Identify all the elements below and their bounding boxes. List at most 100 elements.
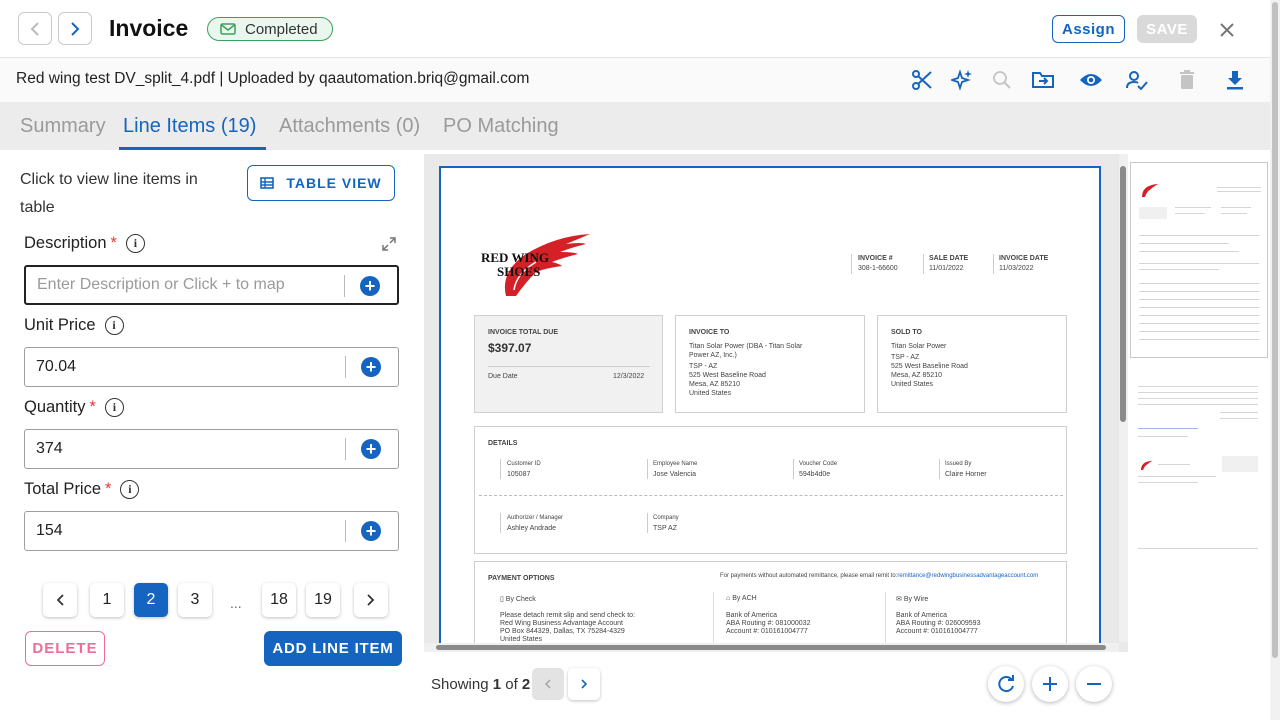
quantity-label-text: Quantity (24, 398, 86, 416)
field-divider (345, 438, 346, 460)
unit-price-field[interactable]: 70.04 + (24, 347, 399, 387)
assign-button[interactable]: Assign (1052, 15, 1125, 43)
red-wing-logo (1142, 184, 1158, 197)
meta-label: INVOICE DATE (999, 255, 1049, 262)
info-icon[interactable]: i (120, 480, 140, 499)
table-view-button[interactable]: TABLE VIEW (247, 165, 395, 201)
scissors-icon (912, 70, 932, 90)
payment-email-link[interactable]: remittance@redwingbusinessadvantageaccou… (897, 573, 1038, 579)
description-field[interactable]: Enter Description or Click + to map + (24, 265, 399, 305)
pagination-page-2[interactable]: 2 (134, 583, 168, 617)
address-line: United States (891, 381, 934, 388)
viewer-vertical-scrollbar[interactable] (1119, 154, 1128, 642)
map-plus-icon[interactable]: + (361, 439, 381, 459)
preview-button[interactable] (1078, 67, 1104, 93)
payment-line: Bank of America (896, 612, 947, 619)
red-wing-logo (1141, 460, 1153, 470)
unit-price-label-text: Unit Price (24, 316, 96, 334)
rotate-button[interactable] (988, 666, 1024, 702)
showing-label: Showing (431, 676, 489, 693)
table-icon (260, 177, 275, 189)
total-pages: 2 (521, 676, 531, 693)
field-divider (345, 520, 346, 542)
payment-line: ABA Routing #: 026009593 (896, 620, 981, 627)
zoom-search-button[interactable] (989, 67, 1015, 93)
map-plus-icon[interactable]: + (361, 357, 381, 377)
chevron-right-icon (581, 679, 588, 689)
approve-user-button[interactable] (1124, 67, 1150, 93)
tab-po-matching[interactable]: PO Matching (443, 115, 559, 138)
pagination-page-18[interactable]: 18 (262, 583, 296, 617)
next-invoice-button[interactable] (58, 12, 92, 45)
delete-line-item-button[interactable]: DELETE (25, 631, 105, 666)
scroll-thumb[interactable] (1120, 166, 1126, 422)
info-icon[interactable]: i (104, 398, 124, 417)
ai-extract-button[interactable] (949, 67, 975, 93)
file-bar: Red wing test DV_split_4.pdf | Uploaded … (0, 58, 1270, 102)
pagination-page-3[interactable]: 3 (178, 583, 212, 617)
split-button[interactable] (909, 67, 935, 93)
sold-to-label: SOLD TO (891, 329, 922, 336)
document-viewer[interactable]: RED WING SHOES INVOICE # 308-1-66600 SAL… (424, 154, 1128, 652)
page-thumbnail-2[interactable] (1130, 372, 1268, 550)
total-price-value: 154 (36, 522, 63, 539)
map-plus-icon[interactable]: + (361, 521, 381, 541)
quantity-value: 374 (36, 440, 63, 457)
chevron-left-icon (56, 594, 64, 606)
page-scrollbar[interactable] (1270, 0, 1280, 720)
close-icon (1220, 23, 1234, 37)
tab-line-items[interactable]: Line Items (19) (123, 115, 256, 138)
status-label: Completed (245, 20, 318, 38)
close-button[interactable] (1215, 18, 1239, 42)
details-box: DETAILS Customer ID 105087 Employee Name… (474, 426, 1067, 554)
table-view-label: TABLE VIEW (286, 175, 382, 191)
quantity-label: Quantity * i (24, 398, 124, 417)
pagination-prev-button[interactable] (43, 583, 77, 617)
save-button[interactable]: SAVE (1137, 15, 1197, 43)
zoom-in-button[interactable] (1032, 666, 1068, 702)
page-thumbnail-1[interactable] (1130, 162, 1268, 358)
info-icon[interactable]: i (125, 234, 145, 253)
detail-value: Jose Valencia (653, 471, 697, 478)
rotate-icon (998, 675, 1014, 693)
add-line-item-button[interactable]: ADD LINE ITEM (264, 631, 402, 666)
detail-label: Issued By (945, 461, 972, 467)
viewer-prev-page-button[interactable] (532, 668, 564, 700)
address-line: Mesa, AZ 85210 (689, 381, 740, 388)
quantity-field[interactable]: 374 + (24, 429, 399, 469)
viewer-next-page-button[interactable] (568, 668, 600, 700)
viewer-horizontal-scrollbar[interactable] (424, 643, 1119, 652)
delete-document-button[interactable] (1174, 67, 1200, 93)
chevron-left-icon (544, 679, 551, 689)
by-ach-heading: ⌂ By ACH (726, 595, 757, 602)
pagination-page-19[interactable]: 19 (306, 583, 340, 617)
total-due-label: INVOICE TOTAL DUE (488, 329, 559, 336)
pagination-next-button[interactable] (354, 583, 388, 617)
detail-label: Customer ID (507, 461, 541, 467)
payment-line: Account #: 010161004777 (896, 628, 978, 635)
prev-invoice-button[interactable] (18, 12, 52, 45)
pagination-ellipsis: ... (230, 595, 242, 611)
payment-line: Account #: 010161004777 (726, 628, 808, 635)
status-badge: Completed (207, 17, 333, 41)
total-price-field[interactable]: 154 + (24, 511, 399, 551)
scroll-thumb[interactable] (1272, 2, 1278, 658)
tab-summary[interactable]: Summary (20, 115, 106, 138)
download-button[interactable] (1222, 67, 1248, 93)
scroll-thumb[interactable] (436, 645, 1106, 650)
info-icon[interactable]: i (104, 316, 124, 335)
by-check-label: By Check (505, 596, 536, 603)
tab-attachments[interactable]: Attachments (0) (279, 115, 420, 138)
address-line: Power AZ, Inc.) (689, 352, 737, 359)
address-line: 525 West Baseline Road (689, 372, 766, 379)
map-plus-icon[interactable]: + (360, 276, 380, 296)
pagination-page-1[interactable]: 1 (90, 583, 124, 617)
total-price-label: Total Price * i (24, 480, 140, 499)
move-folder-button[interactable] (1030, 67, 1056, 93)
invoice-to-label: INVOICE TO (689, 329, 730, 336)
line-items-hint: Click to view line items in table (20, 171, 198, 216)
detail-label: Employee Name (653, 461, 698, 467)
zoom-out-button[interactable] (1076, 666, 1112, 702)
expand-icon[interactable] (381, 236, 397, 252)
address-line: Titan Solar Power (891, 343, 947, 350)
